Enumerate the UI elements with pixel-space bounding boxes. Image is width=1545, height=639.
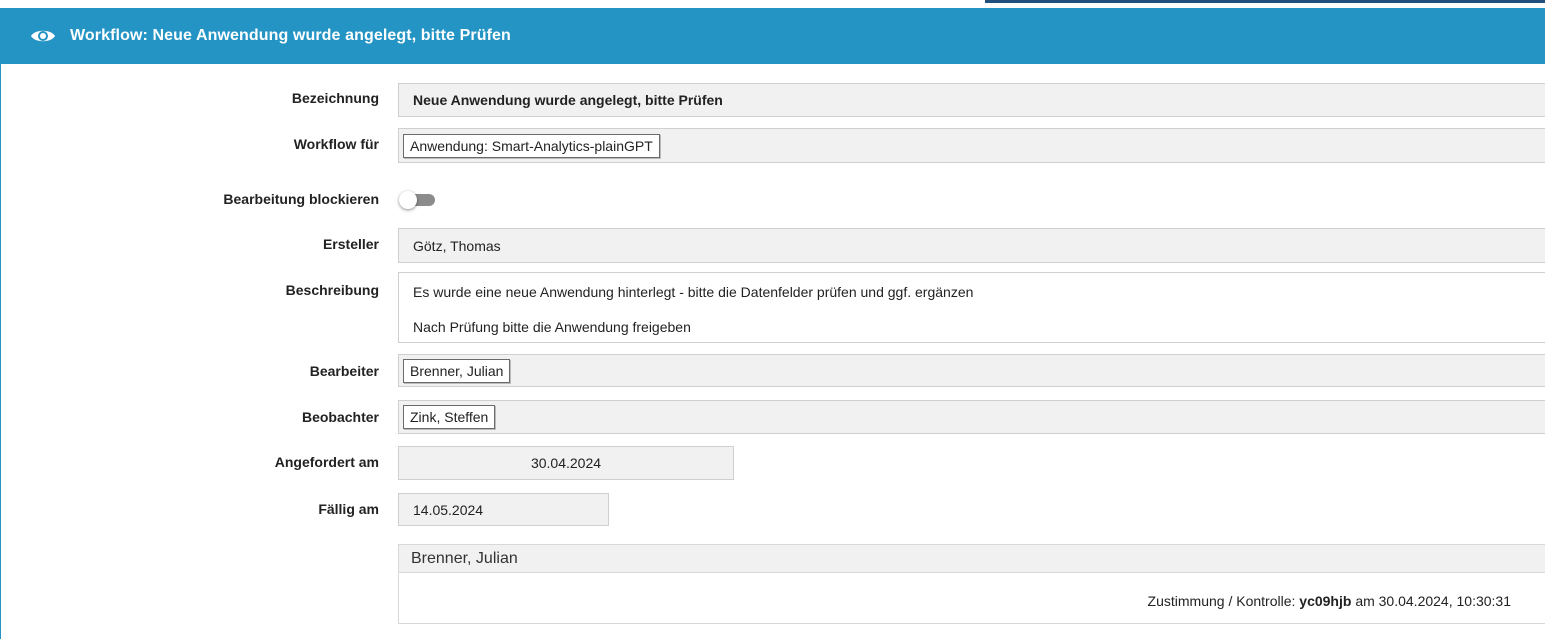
workflow-fuer-field: Anwendung: Smart-Analytics-plainGPT: [398, 128, 1545, 163]
beschreibung-line-2: Nach Prüfung bitte die Anwendung freigeb…: [413, 319, 691, 335]
beschreibung-line-1: Es wurde eine neue Anwendung hinterlegt …: [413, 284, 974, 300]
angefordert-am-value: 30.04.2024: [530, 455, 602, 471]
bezeichnung-label: Bezeichnung: [291, 90, 379, 106]
faellig-am-label: Fällig am: [318, 501, 379, 517]
angefordert-am-label: Angefordert am: [274, 454, 379, 470]
approval-info: Zustimmung / Kontrolle: yc09hjb am 30.04…: [399, 593, 1511, 609]
beobachter-chip[interactable]: Zink, Steffen: [403, 405, 496, 429]
eye-icon: [30, 26, 56, 46]
approval-prefix: Zustimmung / Kontrolle:: [1147, 593, 1296, 609]
approval-user: yc09hjb: [1299, 593, 1352, 609]
top-accent-line: [985, 0, 1545, 3]
workflow-form: Bezeichnung Neue Anwendung wurde angeleg…: [0, 64, 1545, 639]
ersteller-value: Götz, Thomas: [413, 237, 501, 254]
toggle-knob: [399, 191, 417, 209]
panel-header: Workflow: Neue Anwendung wurde angelegt,…: [0, 8, 1545, 64]
approval-name: Brenner, Julian: [411, 549, 518, 567]
beobachter-field: Zink, Steffen: [398, 400, 1545, 434]
beobachter-label: Beobachter: [301, 409, 379, 425]
workflow-fuer-label: Workflow für: [293, 136, 379, 152]
bearbeitung-blockieren-label: Bearbeitung blockieren: [223, 191, 379, 207]
beschreibung-label: Beschreibung: [285, 282, 379, 298]
beschreibung-textarea[interactable]: Es wurde eine neue Anwendung hinterlegt …: [398, 272, 1545, 343]
faellig-am-value: 14.05.2024: [413, 501, 484, 518]
approval-header: Brenner, Julian: [399, 545, 1545, 573]
angefordert-am-field[interactable]: 30.04.2024: [398, 446, 734, 480]
approval-box: Brenner, Julian Zustimmung / Kontrolle: …: [398, 544, 1545, 624]
ersteller-field[interactable]: Götz, Thomas: [398, 228, 1545, 263]
bearbeiter-field: Brenner, Julian: [398, 354, 1545, 387]
workflow-target-chip[interactable]: Anwendung: Smart-Analytics-plainGPT: [403, 133, 660, 158]
ersteller-label: Ersteller: [322, 236, 379, 252]
approval-timestamp: am 30.04.2024, 10:30:31: [1355, 593, 1511, 609]
bearbeiter-chip[interactable]: Brenner, Julian: [403, 358, 511, 383]
bearbeiter-label: Bearbeiter: [309, 363, 379, 379]
bezeichnung-value: Neue Anwendung wurde angelegt, bitte Prü…: [413, 92, 723, 108]
faellig-am-field[interactable]: 14.05.2024: [398, 493, 609, 526]
bearbeitung-blockieren-toggle[interactable]: [399, 191, 437, 209]
panel-title: Workflow: Neue Anwendung wurde angelegt,…: [70, 27, 511, 44]
bezeichnung-field[interactable]: Neue Anwendung wurde angelegt, bitte Prü…: [398, 83, 1545, 117]
